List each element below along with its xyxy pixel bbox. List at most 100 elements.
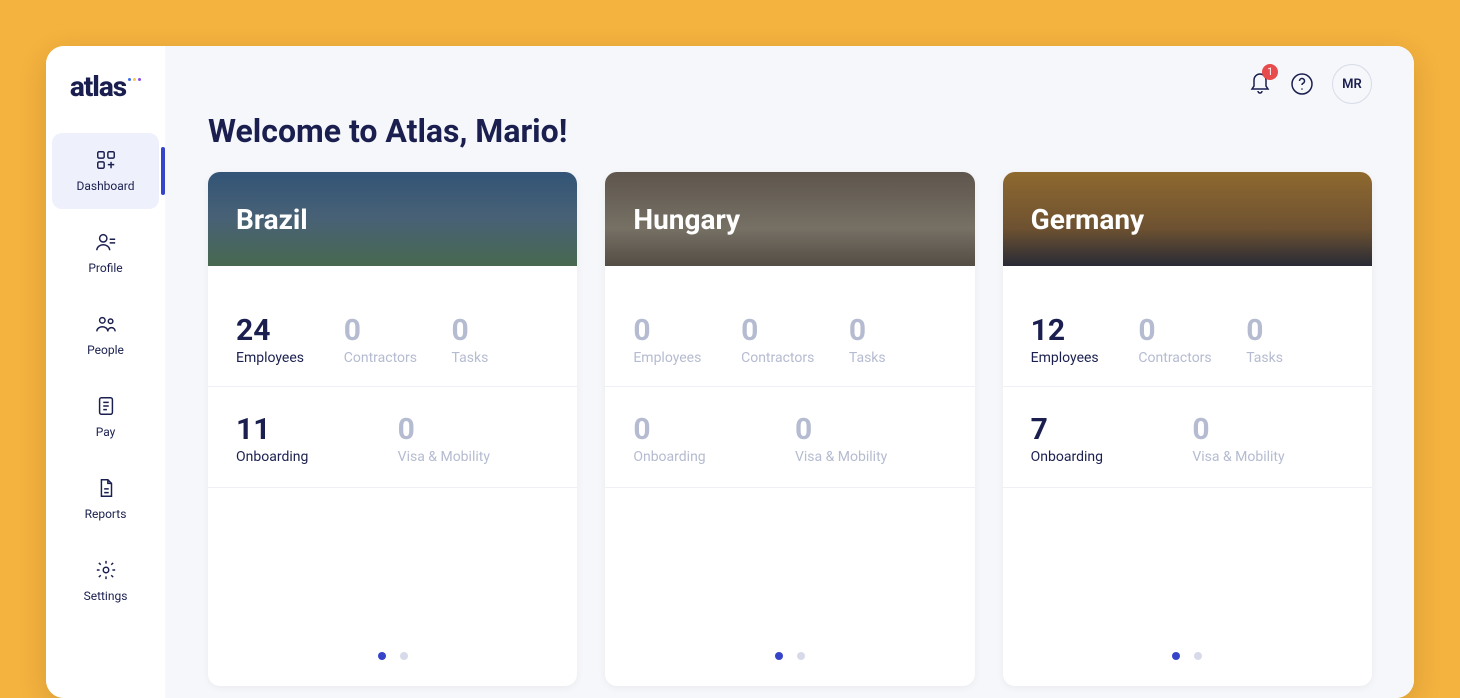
- brand-text: atlas: [70, 70, 126, 103]
- stat-number: 0: [633, 316, 731, 346]
- stat-label: Contractors: [741, 350, 839, 366]
- help-icon[interactable]: [1290, 72, 1314, 96]
- stat-tasks: 0 Tasks: [452, 316, 550, 366]
- card-hero: Brazil: [208, 172, 577, 266]
- page-title: Welcome to Atlas, Mario!: [208, 112, 1372, 150]
- stat-employees: 12 Employees: [1031, 316, 1129, 366]
- nav-label: Dashboard: [76, 179, 134, 193]
- stat-visa: 0 Visa & Mobility: [795, 415, 947, 465]
- avatar[interactable]: MR: [1332, 64, 1372, 104]
- app-window: atlas Dashboard Profile People Pay: [46, 46, 1414, 698]
- stat-number: 7: [1031, 415, 1183, 445]
- stat-visa: 0 Visa & Mobility: [1192, 415, 1344, 465]
- brand-dots-icon: [128, 78, 141, 81]
- brand-logo: atlas: [70, 70, 141, 103]
- stat-label: Employees: [236, 350, 334, 366]
- stat-label: Onboarding: [633, 449, 785, 465]
- sidebar-item-dashboard[interactable]: Dashboard: [52, 133, 159, 209]
- sidebar-item-people[interactable]: People: [46, 297, 165, 373]
- nav-label: People: [87, 343, 124, 357]
- stat-label: Visa & Mobility: [1192, 449, 1344, 465]
- card-pagination: [605, 652, 974, 686]
- dashboard-icon: [95, 149, 117, 171]
- stat-grid-bottom: 0 Onboarding 0 Visa & Mobility: [605, 387, 974, 488]
- profile-icon: [95, 231, 117, 253]
- stat-label: Tasks: [1246, 350, 1344, 366]
- stat-number: 0: [795, 415, 947, 445]
- stat-label: Tasks: [849, 350, 947, 366]
- country-name: Brazil: [236, 203, 308, 236]
- avatar-initials: MR: [1342, 77, 1362, 92]
- sidebar-item-profile[interactable]: Profile: [46, 215, 165, 291]
- country-card-brazil[interactable]: Brazil 24 Employees 0 Contractors 0 Task…: [208, 172, 577, 686]
- sidebar-item-pay[interactable]: Pay: [46, 379, 165, 455]
- pagination-dot[interactable]: [378, 652, 386, 660]
- pagination-dot[interactable]: [775, 652, 783, 660]
- country-name: Germany: [1031, 203, 1145, 236]
- stat-onboarding: 7 Onboarding: [1031, 415, 1183, 465]
- country-cards-row: Brazil 24 Employees 0 Contractors 0 Task…: [208, 172, 1372, 686]
- stat-grid-top: 0 Employees 0 Contractors 0 Tasks: [605, 266, 974, 387]
- sidebar-item-reports[interactable]: Reports: [46, 461, 165, 537]
- stat-tasks: 0 Tasks: [849, 316, 947, 366]
- stat-grid-top: 24 Employees 0 Contractors 0 Tasks: [208, 266, 577, 387]
- country-name: Hungary: [633, 203, 740, 236]
- stat-number: 0: [741, 316, 839, 346]
- stat-label: Onboarding: [236, 449, 388, 465]
- stat-grid-bottom: 7 Onboarding 0 Visa & Mobility: [1003, 387, 1372, 488]
- stat-number: 0: [344, 316, 442, 346]
- stat-visa: 0 Visa & Mobility: [398, 415, 550, 465]
- card-hero: Germany: [1003, 172, 1372, 266]
- stat-number: 11: [236, 415, 388, 445]
- stat-label: Contractors: [344, 350, 442, 366]
- stat-number: 0: [398, 415, 550, 445]
- card-pagination: [1003, 652, 1372, 686]
- stat-employees: 24 Employees: [236, 316, 334, 366]
- stat-contractors: 0 Contractors: [1138, 316, 1236, 366]
- stat-number: 0: [1192, 415, 1344, 445]
- stat-employees: 0 Employees: [633, 316, 731, 366]
- country-card-hungary[interactable]: Hungary 0 Employees 0 Contractors 0 Task…: [605, 172, 974, 686]
- topbar: 1 MR: [1248, 64, 1372, 104]
- pagination-dot[interactable]: [1194, 652, 1202, 660]
- stat-onboarding: 11 Onboarding: [236, 415, 388, 465]
- stat-tasks: 0 Tasks: [1246, 316, 1344, 366]
- stat-number: 24: [236, 316, 334, 346]
- nav-label: Settings: [84, 589, 128, 603]
- notifications-button[interactable]: 1: [1248, 70, 1272, 98]
- stat-label: Visa & Mobility: [795, 449, 947, 465]
- stat-number: 0: [1246, 316, 1344, 346]
- stat-number: 12: [1031, 316, 1129, 346]
- sidebar-item-settings[interactable]: Settings: [46, 543, 165, 619]
- main-content: 1 MR Welcome to Atlas, Mario! Brazil 24: [166, 46, 1414, 698]
- pagination-dot[interactable]: [797, 652, 805, 660]
- country-card-germany[interactable]: Germany 12 Employees 0 Contractors 0 Tas…: [1003, 172, 1372, 686]
- sidebar: atlas Dashboard Profile People Pay: [46, 46, 166, 698]
- stat-contractors: 0 Contractors: [344, 316, 442, 366]
- stat-label: Visa & Mobility: [398, 449, 550, 465]
- stat-label: Employees: [633, 350, 731, 366]
- stat-grid-top: 12 Employees 0 Contractors 0 Tasks: [1003, 266, 1372, 387]
- stat-number: 0: [849, 316, 947, 346]
- stat-label: Employees: [1031, 350, 1129, 366]
- stat-number: 0: [1138, 316, 1236, 346]
- notification-badge: 1: [1262, 64, 1278, 80]
- stat-label: Contractors: [1138, 350, 1236, 366]
- stat-number: 0: [452, 316, 550, 346]
- nav-label: Reports: [85, 507, 127, 521]
- stat-onboarding: 0 Onboarding: [633, 415, 785, 465]
- pagination-dot[interactable]: [400, 652, 408, 660]
- pagination-dot[interactable]: [1172, 652, 1180, 660]
- stat-label: Tasks: [452, 350, 550, 366]
- nav-label: Profile: [88, 261, 122, 275]
- pay-icon: [95, 395, 117, 417]
- card-pagination: [208, 652, 577, 686]
- stat-contractors: 0 Contractors: [741, 316, 839, 366]
- reports-icon: [95, 477, 117, 499]
- nav-label: Pay: [96, 425, 116, 439]
- stat-grid-bottom: 11 Onboarding 0 Visa & Mobility: [208, 387, 577, 488]
- people-icon: [95, 313, 117, 335]
- stat-label: Onboarding: [1031, 449, 1183, 465]
- settings-icon: [95, 559, 117, 581]
- card-hero: Hungary: [605, 172, 974, 266]
